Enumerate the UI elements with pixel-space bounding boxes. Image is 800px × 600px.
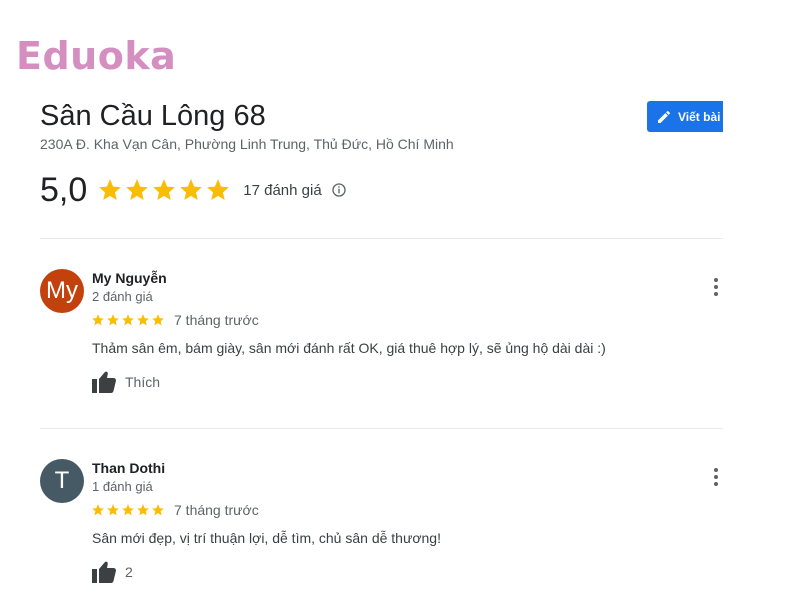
place-title: Sân Cầu Lông 68 xyxy=(40,100,266,132)
info-icon[interactable] xyxy=(331,182,347,198)
star-icon xyxy=(126,179,149,200)
star-icon xyxy=(92,504,104,516)
write-review-button[interactable]: Viết bài xyxy=(647,101,723,132)
like-button[interactable]: 2 xyxy=(91,560,133,584)
more-vert-icon xyxy=(714,292,718,296)
divider xyxy=(40,428,723,429)
review-card: My My Nguyễn 2 đánh giá 7 tháng trước Th… xyxy=(40,269,730,399)
thumbs-up-icon xyxy=(92,371,116,393)
review-stars xyxy=(91,313,165,327)
more-options-button[interactable] xyxy=(708,467,724,487)
star-icon xyxy=(152,504,164,516)
pencil-icon xyxy=(658,110,671,123)
reviewer-review-count: 2 đánh giá xyxy=(92,289,153,304)
star-icon xyxy=(180,179,203,200)
like-button[interactable]: Thích xyxy=(91,370,160,394)
more-vert-icon xyxy=(714,475,718,479)
rating-summary: 5,0 17 đánh giá xyxy=(40,170,347,210)
star-icon xyxy=(137,314,149,326)
review-rating-row: 7 tháng trước xyxy=(91,312,259,328)
review-time: 7 tháng trước xyxy=(174,312,259,328)
star-icon xyxy=(107,314,119,326)
star-icon xyxy=(99,179,122,200)
review-rating-row: 7 tháng trước xyxy=(91,502,259,518)
star-icon xyxy=(107,504,119,516)
more-options-button[interactable] xyxy=(708,277,724,297)
place-address: 230A Đ. Kha Vạn Cân, Phường Linh Trung, … xyxy=(40,136,454,152)
more-vert-icon xyxy=(714,285,718,289)
write-review-label: Viết bài xyxy=(678,109,721,124)
more-vert-icon xyxy=(714,278,718,282)
divider xyxy=(40,238,723,239)
thumbs-up-icon xyxy=(92,561,116,583)
more-vert-icon xyxy=(714,468,718,472)
like-label: Thích xyxy=(125,374,161,390)
review-stars xyxy=(91,503,165,517)
avatar[interactable]: My xyxy=(40,269,84,313)
review-card: T Than Dothi 1 đánh giá 7 tháng trước Sâ… xyxy=(40,459,730,589)
rating-score: 5,0 xyxy=(40,170,88,209)
rating-stars xyxy=(97,177,231,203)
reviewer-review-count: 1 đánh giá xyxy=(92,479,153,494)
review-text: Sân mới đẹp, vị trí thuận lợi, dễ tìm, c… xyxy=(92,530,441,546)
like-count: 2 xyxy=(125,564,133,580)
star-icon xyxy=(92,314,104,326)
star-icon xyxy=(122,504,134,516)
star-icon xyxy=(152,314,164,326)
reviewer-name[interactable]: My Nguyễn xyxy=(92,270,167,286)
review-count[interactable]: 17 đánh giá xyxy=(243,182,321,199)
star-icon xyxy=(137,504,149,516)
reviewer-name[interactable]: Than Dothi xyxy=(92,460,165,476)
star-icon xyxy=(207,179,230,200)
star-icon xyxy=(153,179,176,200)
more-vert-icon xyxy=(714,482,718,486)
review-text: Thảm sân êm, bám giày, sân mới đánh rất … xyxy=(92,340,606,356)
avatar[interactable]: T xyxy=(40,459,84,503)
eduoka-logo: Eduoka xyxy=(16,34,177,78)
review-time: 7 tháng trước xyxy=(174,502,259,518)
star-icon xyxy=(122,314,134,326)
